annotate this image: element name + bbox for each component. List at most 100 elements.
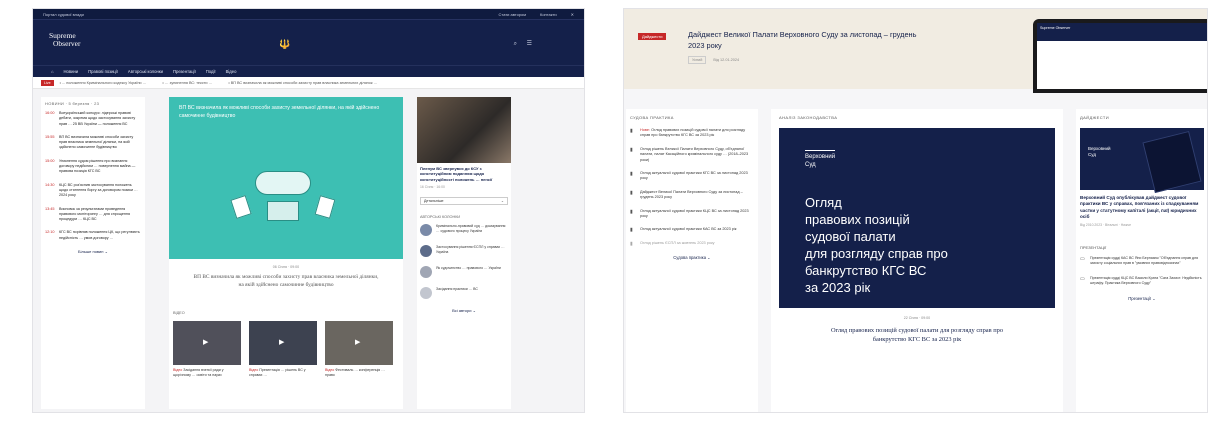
- news-item[interactable]: 15:00 Уникнення судом рішення про визнанн…: [45, 159, 141, 175]
- trident-icon: 🔱: [279, 39, 291, 49]
- news-item[interactable]: 13:45 Висновок за результатами проведення…: [45, 207, 141, 223]
- all-authors-button[interactable]: Всі автори ⌄: [417, 308, 511, 313]
- video-thumbnail[interactable]: [173, 321, 241, 365]
- court-practice-heading: СУДОВА ПРАКТИКА: [630, 115, 674, 120]
- document-icon: ▮: [630, 128, 633, 134]
- author-column-item[interactable]: Кримінально-правовий суд … доказування ……: [420, 224, 508, 237]
- court-practice-button[interactable]: Судова практика ⌄: [630, 255, 754, 260]
- news-item[interactable]: 16:00 Всеукраїнський конкурс: лідерські п…: [45, 111, 141, 127]
- banner-title[interactable]: Дайджест Великої Палати Верховного Суду …: [688, 29, 918, 51]
- practice-item[interactable]: ▮ Огляд рішень ЄСПЛ за жовтень 2023 року: [630, 241, 754, 247]
- video-card[interactable]: Відео Презентація … рішень ВС у справах …: [249, 321, 317, 378]
- video-card[interactable]: Відео Засідання вченої ради у щорічному …: [173, 321, 241, 378]
- main-column: ВП ВС визначила як можливі способи захис…: [169, 97, 403, 409]
- side-article-title[interactable]: Пленум ВС звернувся до КСУ з конституцій…: [417, 163, 511, 185]
- nav-events[interactable]: Події: [206, 69, 216, 74]
- presentations-button[interactable]: Презентації ⌄: [1080, 296, 1204, 301]
- home-icon[interactable]: ⌂: [51, 69, 54, 74]
- document-icon: ▮: [630, 146, 633, 153]
- video-heading: ВІДЕО: [173, 311, 185, 315]
- court-logo: Верховний Суд: [805, 150, 836, 169]
- video-thumbnail[interactable]: [249, 321, 317, 365]
- laptop-image: Supreme Observer: [1033, 19, 1207, 93]
- building-icon: [267, 201, 299, 221]
- legislation-analysis-column: АНАЛІЗ ЗАКОНОДАВСТВА Верховний Суд Огляд …: [771, 109, 1063, 412]
- contacts-link[interactable]: Контакти: [540, 12, 557, 17]
- cover-title: Огляд правових позицій судової палати дл…: [805, 195, 948, 295]
- document-icon: ▮: [630, 171, 633, 178]
- analysis-cover[interactable]: Верховний Суд Огляд правових позицій судо…: [779, 128, 1055, 308]
- ticker-item[interactable]: • ВП ВС визначила як можливі способи зах…: [228, 81, 377, 85]
- ticker-item[interactable]: • ... положення Кримінального кодексу Ук…: [60, 81, 147, 85]
- news-item[interactable]: 12:10 КГС ВС порівняв положення ЦК, що ре…: [45, 230, 141, 241]
- nav-legal-positions[interactable]: Правові позиції: [88, 69, 118, 74]
- become-author-link[interactable]: Стати автором: [499, 12, 526, 17]
- banner-meta: Усний Від 12.01.2024: [688, 56, 746, 64]
- presentation-icon: ▭: [1080, 255, 1085, 262]
- digest-title-link[interactable]: Верховний Суд опублікував дайджест судов…: [1080, 195, 1204, 221]
- digests-column: ДАЙДЖЕСТИ Верховний Суд Верховний Суд опу…: [1076, 109, 1207, 412]
- author-column-item[interactable]: Засідання практики … ВС: [420, 287, 508, 300]
- top-utility-bar: Портал судової влади Стати автором Конта…: [33, 9, 584, 20]
- practice-item[interactable]: ▮ Нове: Огляд правових позицій судової па…: [630, 128, 754, 139]
- nav-author-columns[interactable]: Авторські колонки: [128, 69, 163, 74]
- cloud-icon: [255, 171, 311, 195]
- menu-icon[interactable]: ☰: [527, 41, 532, 47]
- avatar: [420, 245, 432, 258]
- court-logo: Верховний Суд: [1088, 146, 1111, 157]
- details-button[interactable]: Детальніше ⌄: [420, 197, 508, 206]
- document-icon: ▮: [630, 208, 633, 215]
- avatar: [420, 224, 432, 237]
- news-item[interactable]: 14:30 КЦС ВС роз'яснив застосування полож…: [45, 183, 141, 199]
- digests-heading: ДАЙДЖЕСТИ: [1080, 115, 1109, 120]
- video-card[interactable]: Відео Фестиваль … конференція … право: [325, 321, 393, 378]
- document-icon: ▮: [630, 241, 633, 248]
- digest-image[interactable]: Верховний Суд: [1080, 128, 1204, 194]
- chevron-down-icon: ⌄: [500, 199, 504, 204]
- presentations-heading: ПРЕЗЕНТАЦІЇ: [1080, 244, 1107, 250]
- presentation-item[interactable]: ▭ Презентація судді КЦС ВС Васили Крата "…: [1080, 276, 1204, 286]
- practice-item[interactable]: ▮ Огляд актуальної судової практики КГС В…: [630, 171, 754, 182]
- portal-link[interactable]: Портал судової влади: [43, 12, 84, 17]
- practice-item[interactable]: ▮ Дайджест Великої Палати Верховного Суду…: [630, 190, 754, 201]
- video-list: Відео Засідання вченої ради у щорічному …: [169, 321, 403, 378]
- authors-heading: АВТОРСЬКІ КОЛОНКИ: [420, 215, 461, 220]
- left-screenshot-panel: Портал судової влади Стати автором Конта…: [32, 8, 585, 413]
- nav-news[interactable]: Новини: [64, 69, 79, 74]
- author-column-item[interactable]: Як судочинство … правового … України: [420, 266, 508, 279]
- document-icon: [314, 195, 336, 219]
- right-screenshot-panel: Дайджести Дайджест Великої Палати Верхов…: [623, 8, 1208, 413]
- search-icon[interactable]: ⌕: [514, 41, 517, 47]
- presentation-icon: ▭: [1080, 275, 1085, 282]
- plenum-photo[interactable]: [417, 97, 511, 163]
- avatar: [420, 287, 432, 300]
- masthead: Supreme Observer 🔱 ⌕ ☰: [33, 20, 584, 65]
- nav-video[interactable]: Відео: [226, 69, 237, 74]
- site-logo[interactable]: Supreme Observer: [49, 32, 81, 48]
- side-article-date: 16 Січня · 16:00: [420, 185, 445, 190]
- practice-item[interactable]: ▮ Огляд актуальної судової практики КАС В…: [630, 227, 754, 233]
- news-heading: НОВИНИ · 5 березня · 23: [45, 101, 100, 106]
- close-icon[interactable]: ✕: [571, 12, 574, 17]
- avatar: [420, 266, 432, 279]
- phone-image: [1142, 130, 1202, 194]
- practice-item[interactable]: ▮ Огляд актуальної судової практики КЦС В…: [630, 209, 754, 220]
- presentation-item[interactable]: ▭ Презентація судді КАС ВС Яни Берназюк "…: [1080, 256, 1204, 266]
- analysis-title-link[interactable]: Огляд правових позицій судової палати дл…: [779, 326, 1055, 344]
- document-icon: [230, 195, 252, 219]
- news-item[interactable]: 15:55 ВП ВС визначила можливі способи зах…: [45, 135, 141, 151]
- hero-illustration[interactable]: ВП ВС визначила як можливі способи захис…: [169, 97, 403, 259]
- practice-item[interactable]: ▮ Огляд рішень Великої Палати Верховного …: [630, 147, 754, 163]
- hero-title-link[interactable]: ВП ВС визначила як можливі способи захис…: [169, 269, 403, 293]
- more-news-button[interactable]: Більше новин ⌄: [45, 249, 141, 254]
- document-icon: ▮: [630, 189, 633, 196]
- side-column: Пленум ВС звернувся до КСУ з конституцій…: [417, 97, 511, 409]
- digest-banner[interactable]: Дайджести Дайджест Великої Палати Верхов…: [624, 9, 1207, 93]
- video-thumbnail[interactable]: [325, 321, 393, 365]
- nav-presentations[interactable]: Презентації: [173, 69, 196, 74]
- hero-caption: ВП ВС визначила як можливі способи захис…: [179, 105, 380, 119]
- document-icon: ▮: [630, 227, 633, 234]
- live-badge: Live: [41, 79, 54, 86]
- ticker-item[interactable]: • … зупинення ВС: тексти …: [162, 81, 212, 85]
- author-column-item[interactable]: Застосування рішення ЄСПЛ у справах … Ук…: [420, 245, 508, 258]
